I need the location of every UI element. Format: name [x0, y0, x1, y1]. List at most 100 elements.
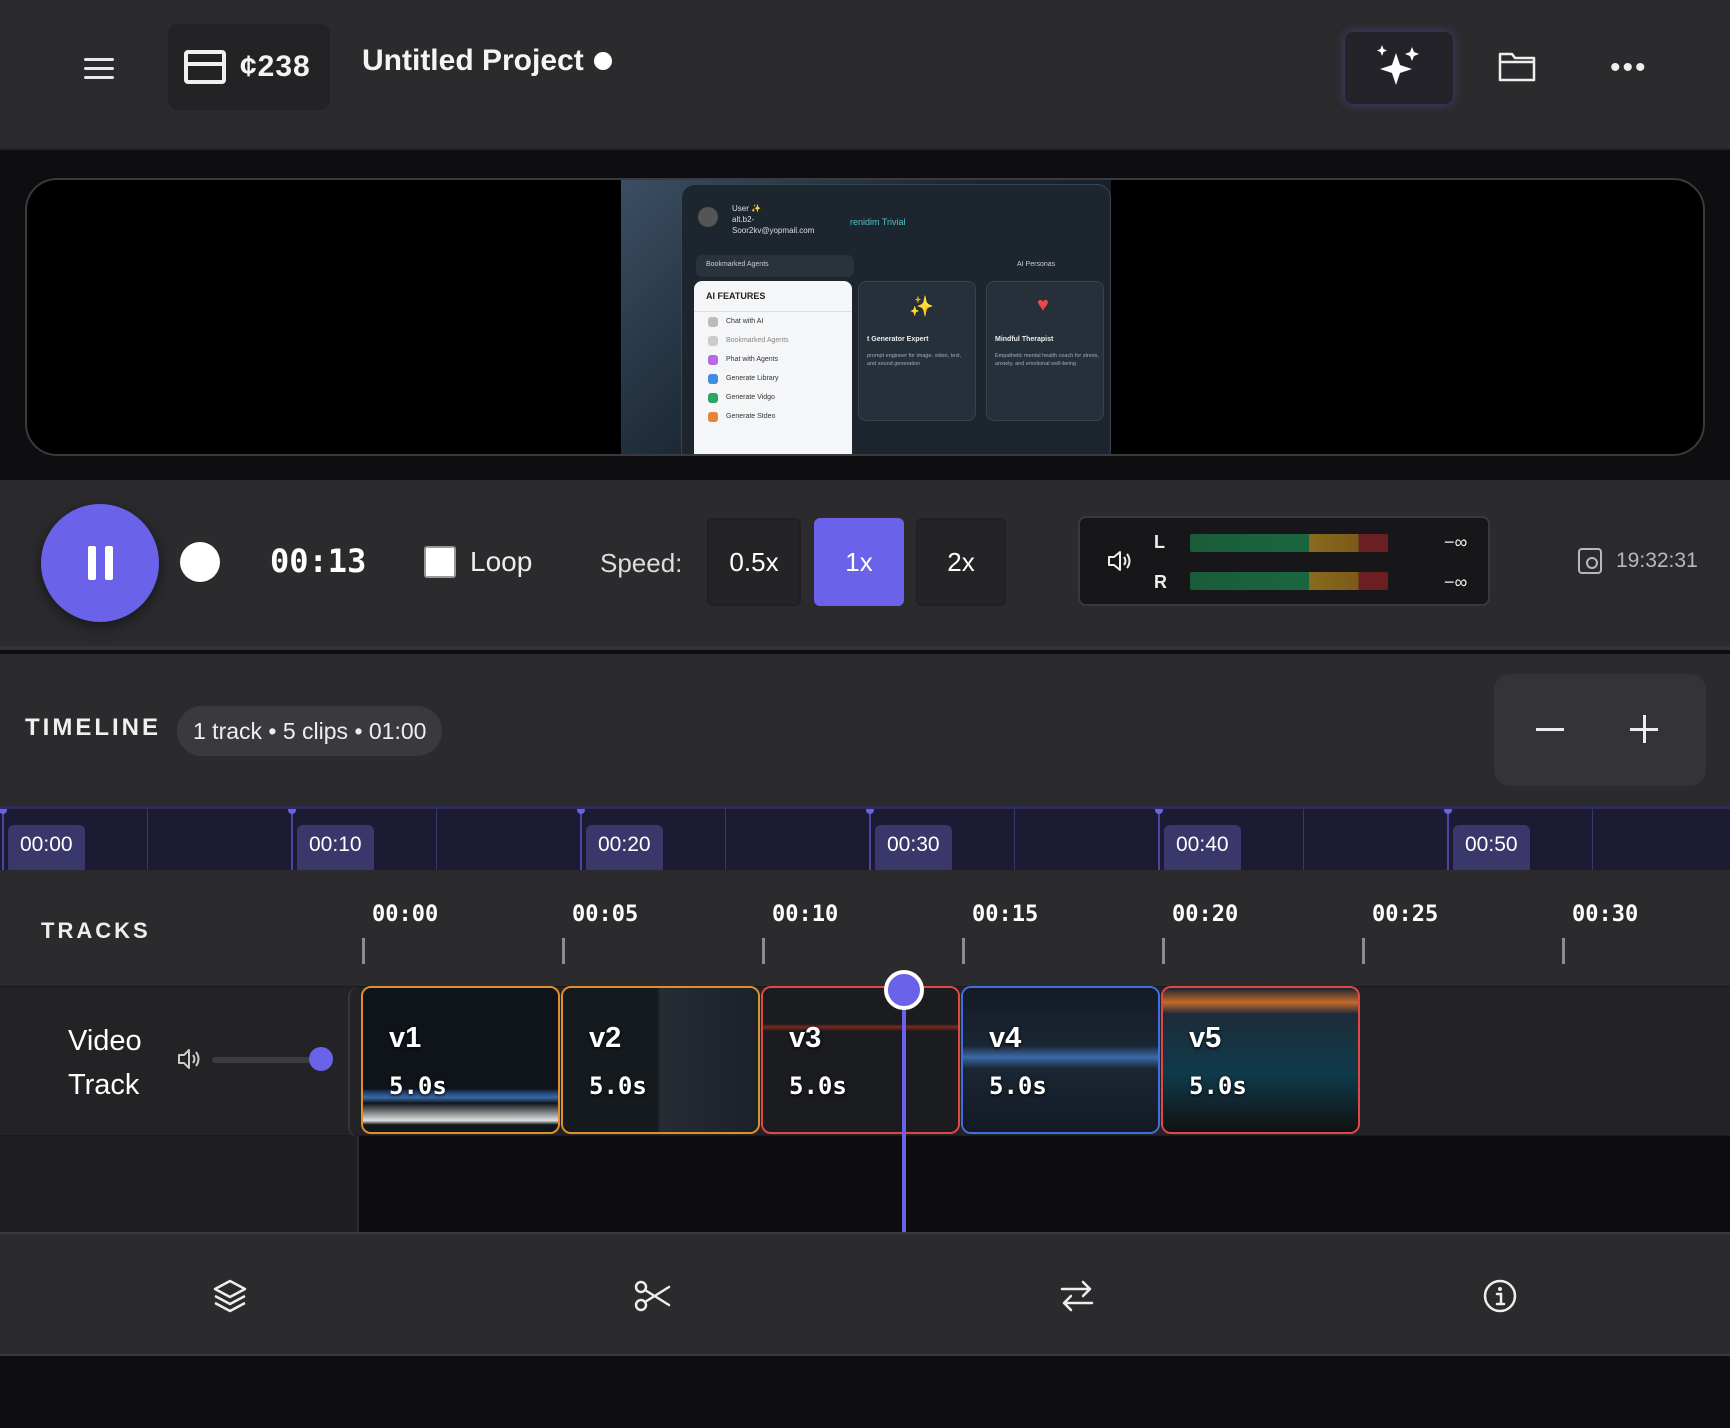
last-saved: 19:32:31 — [1578, 548, 1698, 574]
video-clip-v4[interactable]: v45.0s — [961, 986, 1160, 1134]
video-clip-v2[interactable]: v2 5.0s — [561, 986, 760, 1134]
overview-minor-tick — [147, 809, 148, 870]
clip-duration: 5.0s — [389, 1072, 447, 1100]
track-volume-slider[interactable] — [212, 1057, 322, 1063]
overview-minor-tick — [1014, 809, 1015, 870]
ruler-time-label: 00:25 — [1372, 902, 1438, 927]
folder-icon[interactable] — [1498, 50, 1536, 82]
preview-menu-item: Chat with AI — [694, 312, 852, 331]
video-clip-v1[interactable]: v1 5.0s — [361, 986, 560, 1134]
video-clip-v3[interactable]: v35.0s — [761, 986, 960, 1134]
video-preview[interactable]: User ✨ alt.b2- Soor2kv@yopmail.com renid… — [25, 178, 1705, 456]
ruler-time-label: 00:30 — [1572, 902, 1638, 927]
overview-time-label: 00:00 — [8, 825, 85, 870]
preview-menu-item: Generate Vidgo — [694, 388, 852, 407]
preview-card-therapist: ♥ Mindful Therapist Empathetic mental he… — [986, 281, 1104, 421]
preview-user-line2: alt.b2- — [732, 214, 852, 225]
overview-major-tick — [1447, 809, 1449, 870]
clip-thumbnail — [563, 988, 758, 1132]
ruler-time-label: 00:10 — [772, 902, 838, 927]
audio-level-meter: L R −∞ −∞ — [1078, 516, 1490, 606]
clip-name: v1 — [389, 1022, 421, 1055]
zoom-controls — [1494, 674, 1706, 786]
swap-icon[interactable] — [1057, 1276, 1097, 1316]
clip-name: v5 — [1189, 1022, 1221, 1055]
speaker-icon[interactable] — [1106, 548, 1132, 574]
meter-left-label: L — [1154, 532, 1165, 553]
heart-emoji-icon: ♥ — [1037, 294, 1049, 317]
speed-1x-button[interactable]: 1x — [814, 518, 904, 606]
sparkle-emoji-icon: ✨ — [909, 294, 934, 319]
clip-thumbnail — [1163, 988, 1358, 1132]
playhead-handle[interactable] — [884, 970, 924, 1010]
overview-minor-tick — [1592, 809, 1593, 870]
preview-user-email: Soor2kv@yopmail.com — [732, 225, 852, 236]
tracks-title: TRACKS — [41, 918, 151, 944]
loop-checkbox[interactable] — [424, 546, 456, 578]
ruler-tick — [1362, 938, 1365, 964]
clip-thumbnail — [763, 988, 958, 1132]
ruler-tick — [962, 938, 965, 964]
hamburger-menu-icon[interactable] — [84, 50, 124, 86]
overview-major-tick — [580, 809, 582, 870]
pause-button[interactable] — [41, 504, 159, 622]
speed-label: Speed: — [600, 548, 682, 579]
clip-duration: 5.0s — [589, 1072, 647, 1100]
preview-menu-title: AI FEATURES — [694, 281, 852, 312]
credits-badge[interactable]: ¢238 — [168, 24, 330, 110]
loop-toggle[interactable]: Loop — [424, 546, 532, 578]
preview-menu-item: Phat with Agents — [694, 350, 852, 369]
transport-bar: 00:13 Loop Speed: 0.5x 1x 2x L R −∞ −∞ 1… — [0, 480, 1730, 650]
unsaved-dot-icon — [594, 52, 612, 70]
loop-label: Loop — [470, 546, 532, 578]
avatar — [698, 207, 718, 227]
preview-ai-menu: AI FEATURES Chat with AI Bookmarked Agen… — [694, 281, 852, 456]
overview-time-label: 00:20 — [586, 825, 663, 870]
plus-icon-vertical — [1643, 715, 1646, 743]
preview-card2-name: Mindful Therapist — [995, 336, 1053, 343]
overview-major-tick — [291, 809, 293, 870]
track-name-line1: Video — [68, 1019, 142, 1063]
tracks-ruler[interactable]: TRACKS 00:0000:0500:1000:1500:2000:2500:… — [0, 870, 1730, 986]
track-speaker-icon[interactable] — [176, 1047, 202, 1071]
speed-2x-button[interactable]: 2x — [916, 518, 1006, 606]
info-icon[interactable] — [1480, 1276, 1520, 1316]
meter-right-label: R — [1154, 572, 1167, 593]
clip-duration: 5.0s — [989, 1072, 1047, 1100]
clip-name: v2 — [589, 1022, 621, 1055]
zoom-out-button[interactable] — [1514, 698, 1586, 762]
video-clip-v5[interactable]: v55.0s — [1161, 986, 1360, 1134]
credits-amount: ¢238 — [240, 50, 311, 84]
preview-bookmarked: Bookmarked Agents — [696, 255, 854, 277]
ruler-tick — [362, 938, 365, 964]
zoom-in-button[interactable] — [1608, 698, 1680, 762]
minus-icon — [1536, 728, 1564, 731]
meter-left-value: −∞ — [1444, 532, 1467, 553]
preview-frame: User ✨ alt.b2- Soor2kv@yopmail.com renid… — [621, 180, 1111, 456]
overview-major-tick — [1158, 809, 1160, 870]
ruler-tick — [562, 938, 565, 964]
speed-0-5x-button[interactable]: 0.5x — [707, 518, 801, 606]
save-disk-icon — [1578, 548, 1602, 574]
scissors-icon[interactable] — [633, 1276, 673, 1316]
overview-time-label: 00:30 — [875, 825, 952, 870]
record-button[interactable] — [180, 542, 220, 582]
track-volume-knob[interactable] — [309, 1047, 333, 1071]
project-title[interactable]: Untitled Project — [362, 44, 612, 78]
overview-time-label: 00:10 — [297, 825, 374, 870]
bottom-toolbar — [0, 1232, 1730, 1356]
overview-time-label: 00:40 — [1164, 825, 1241, 870]
ruler-tick — [1562, 938, 1565, 964]
overview-time-label: 00:50 — [1453, 825, 1530, 870]
clip-name: v3 — [789, 1022, 821, 1055]
project-title-text: Untitled Project — [362, 44, 584, 78]
more-options-icon[interactable]: ••• — [1610, 58, 1648, 78]
meter-right-value: −∞ — [1444, 572, 1467, 593]
timeline-overview-strip[interactable]: 00:00 00:10 00:20 00:30 00:40 00:50 — [0, 806, 1730, 870]
layers-icon[interactable] — [210, 1276, 250, 1316]
preview-menu-item: Bookmarked Agents — [694, 331, 852, 350]
ruler-time-label: 00:05 — [572, 902, 638, 927]
ai-sparkles-button[interactable] — [1345, 32, 1453, 104]
meter-right-bar — [1190, 572, 1388, 590]
preview-personas: AI Personas — [1017, 261, 1055, 268]
